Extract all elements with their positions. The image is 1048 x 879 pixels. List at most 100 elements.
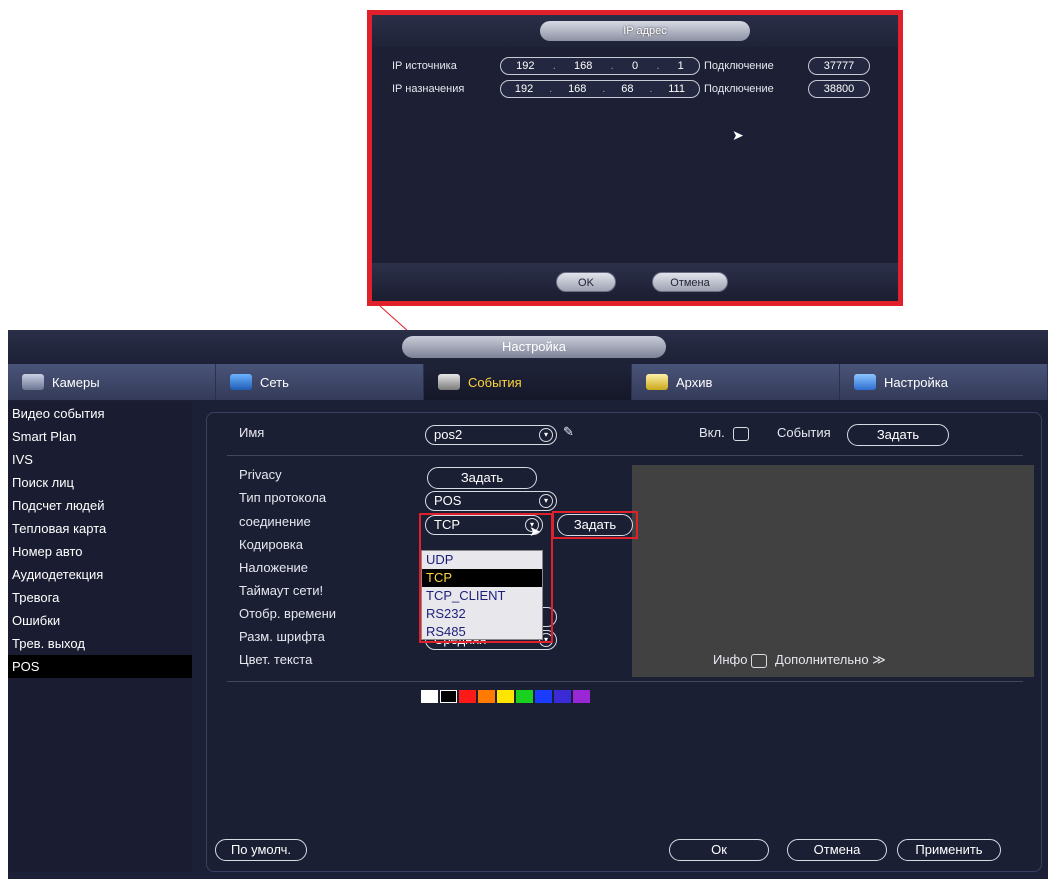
tab-events[interactable]: События [424,364,632,400]
dialog-footer: OK Отмена [372,263,898,301]
sidebar-item-plate[interactable]: Номер авто [8,540,192,563]
ip-octet: 192 [514,83,534,95]
ip-octet: 168 [574,60,593,72]
color-swatch[interactable] [459,690,476,703]
ok-button[interactable]: Ок [669,839,769,861]
sidebar-item-face-search[interactable]: Поиск лиц [8,471,192,494]
ip-octet: 192 [516,60,535,72]
info-label: Инфо [713,652,748,667]
cancel-button[interactable]: Отмена [787,839,887,861]
sidebar-item-audio[interactable]: Аудиодетекция [8,563,192,586]
events-icon [438,374,460,390]
ip-octet: 0 [631,60,639,72]
color-swatch[interactable] [535,690,552,703]
settings-window: Настройка Камеры Сеть События Архив Наст… [8,330,1048,879]
text-color-label: Цвет. текста [239,652,313,667]
chevron-down-icon: ▾ [539,428,553,442]
tab-network[interactable]: Сеть [216,364,424,400]
encoding-label: Кодировка [239,537,303,552]
color-swatch[interactable] [516,690,533,703]
highlight-box [552,511,638,539]
default-button[interactable]: По умолч. [215,839,307,861]
protocol-select[interactable]: POS ▾ [425,491,557,511]
sidebar-item-pos[interactable]: POS [8,655,192,678]
sidebar-item-video-events[interactable]: Видео события [8,402,192,425]
sidebar-item-errors[interactable]: Ошибки [8,609,192,632]
tab-label: События [468,374,522,390]
chevron-down-icon: ▾ [539,494,553,508]
advanced-toggle[interactable]: Дополнительно ≫ [775,652,886,668]
ip-octet: 111 [668,83,685,95]
color-swatch[interactable] [440,690,457,703]
source-port-field[interactable]: 37777 [808,57,870,75]
apply-button[interactable]: Применить [897,839,1001,861]
tab-label: Камеры [52,374,100,390]
sidebar-item-ivs[interactable]: IVS [8,448,192,471]
sidebar-item-heatmap[interactable]: Тепловая карта [8,517,192,540]
tab-archive[interactable]: Архив [632,364,840,400]
protocol-value: POS [434,493,462,508]
events-label: События [777,425,831,440]
name-value: pos2 [434,427,463,442]
dest-ip-label: IP назначения [392,83,465,95]
divider [227,681,1023,682]
timeout-label: Таймаут сети! [239,583,324,598]
tab-label: Архив [676,374,713,390]
tab-settings[interactable]: Настройка [840,364,1048,400]
name-select[interactable]: pos2 ▾ [425,425,557,445]
color-swatch[interactable] [573,690,590,703]
source-ip-label: IP источника [392,60,457,72]
protocol-label: Тип протокола [239,490,327,505]
enable-label: Вкл. [699,425,725,440]
dialog-titlebar: IP адрес [372,15,898,47]
connection-label: соединение [239,514,311,529]
dest-conn-label: Подключение [704,83,774,95]
window-title: Настройка [402,336,666,358]
ip-octet: 1 [677,60,684,72]
ip-octet: 168 [568,83,587,95]
privacy-set-button[interactable]: Задать [427,467,537,489]
window-titlebar: Настройка [8,330,1048,364]
events-set-button[interactable]: Задать [847,424,949,446]
divider [227,455,1023,456]
overlay-label: Наложение [239,560,309,575]
ip-address-dialog: IP адрес IP источника 192. 168. 0. 1 Под… [367,10,903,306]
color-swatch[interactable] [478,690,495,703]
color-swatch[interactable] [421,690,438,703]
archive-icon [646,374,668,390]
font-size-label: Разм. шрифта [239,629,325,644]
sidebar-item-alarm-out[interactable]: Трев. выход [8,632,192,655]
network-icon [230,374,252,390]
sidebar-item-smart-plan[interactable]: Smart Plan [8,425,192,448]
source-ip-row: IP источника 192. 168. 0. 1 Подключение … [392,56,870,76]
dest-port-field[interactable]: 38800 [808,80,870,98]
ip-octet: 68 [621,83,634,95]
display-time-label: Отобр. времени [239,606,337,621]
dest-ip-row: IP назначения 192. 168. 68. 111 Подключе… [392,79,870,99]
color-swatch[interactable] [554,690,571,703]
tab-label: Сеть [260,374,289,390]
pos-settings-panel: Имя pos2 ▾ ✎ Вкл. События Задать Privacy… [206,412,1042,872]
tab-bar: Камеры Сеть События Архив Настройка [8,364,1048,400]
privacy-label: Privacy [239,467,282,482]
sidebar-item-people-count[interactable]: Подсчет людей [8,494,192,517]
dialog-title: IP адрес [540,21,750,41]
mouse-cursor-icon: ➤ [529,523,541,539]
edit-icon[interactable]: ✎ [563,424,574,440]
sidebar: Видео события Smart Plan IVS Поиск лиц П… [8,402,192,872]
cancel-button[interactable]: Отмена [652,272,728,292]
tab-cameras[interactable]: Камеры [8,364,216,400]
tab-label: Настройка [884,374,948,390]
source-ip-field[interactable]: 192. 168. 0. 1 [500,57,700,75]
camera-icon [22,374,44,390]
enable-checkbox[interactable] [733,427,749,441]
name-label: Имя [239,425,265,440]
mouse-cursor-icon: ➤ [732,127,744,143]
ok-button[interactable]: OK [556,272,616,292]
video-preview [632,465,1034,677]
info-checkbox[interactable] [751,654,767,668]
source-conn-label: Подключение [704,60,774,72]
dest-ip-field[interactable]: 192. 168. 68. 111 [500,80,700,98]
color-swatch[interactable] [497,690,514,703]
sidebar-item-alarm[interactable]: Тревога [8,586,192,609]
